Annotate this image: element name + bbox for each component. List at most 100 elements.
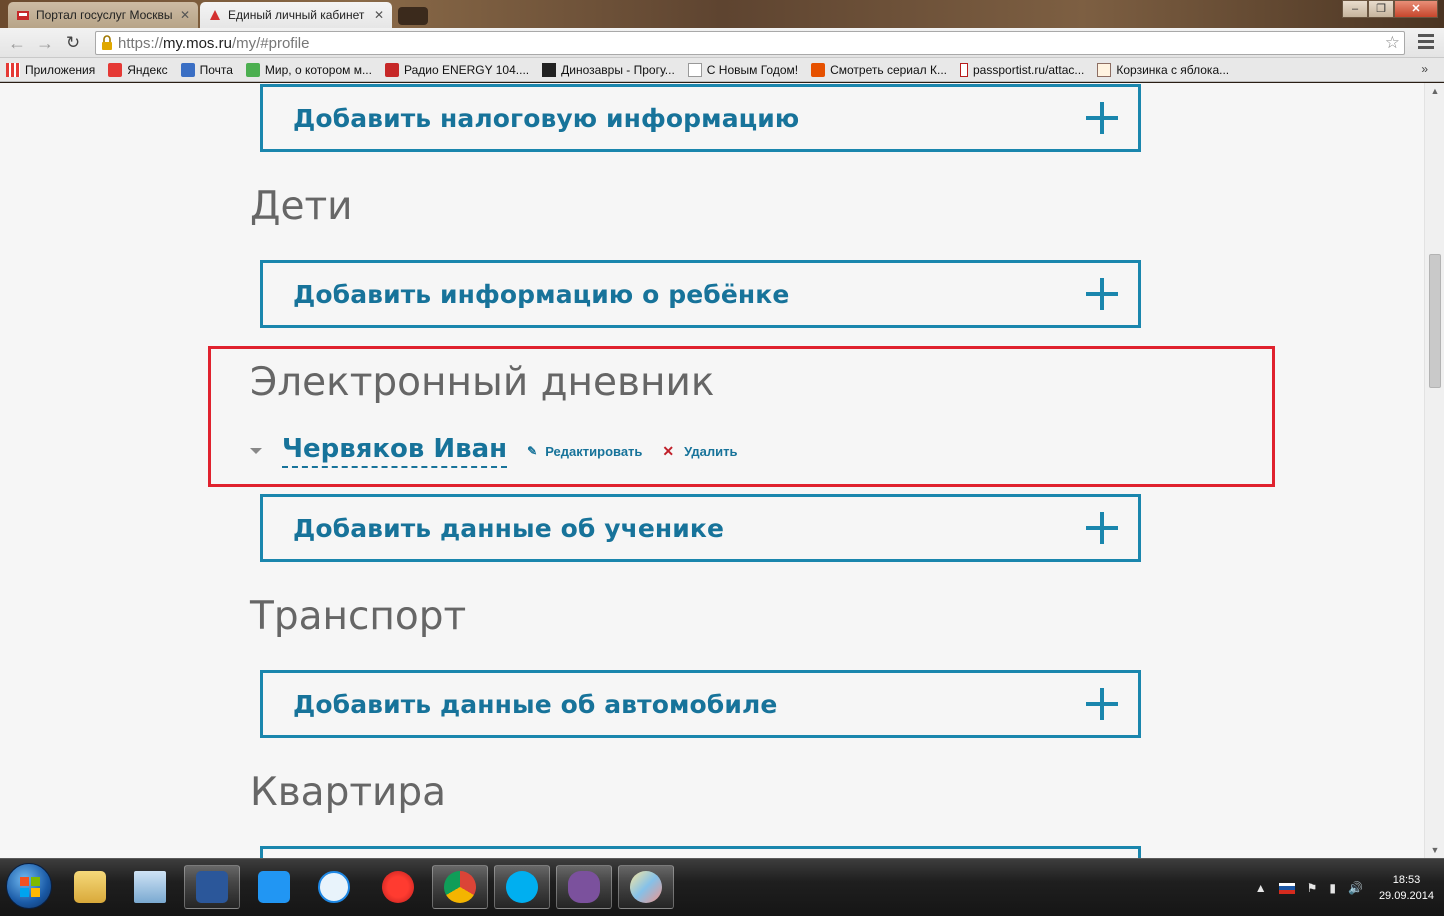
address-bar[interactable]: https:// my.mos.ru /my/#profile ☆ [95, 31, 1405, 55]
close-icon[interactable]: ✕ [180, 8, 190, 22]
page-viewport: Добавить налоговую информацию Дети Добав… [0, 83, 1424, 858]
taskbar-teamviewer[interactable] [306, 865, 362, 909]
scanner-icon [134, 871, 166, 903]
bookmark-radio-energy[interactable]: Радио ENERGY 104.... [384, 62, 530, 77]
new-tab-button[interactable] [398, 7, 428, 25]
tab-lichny-kabinet[interactable]: Единый личный кабинет ✕ [200, 2, 392, 28]
add-apartment-button[interactable] [260, 846, 1141, 858]
mos-ru-icon [210, 10, 220, 20]
start-button[interactable] [6, 863, 52, 909]
system-tray: ▲ ⚑ ▮ 🔊 18:53 29.09.2014 [1255, 859, 1444, 916]
network-warning-icon[interactable]: ⚑ [1307, 881, 1318, 895]
bookmark-korzinka[interactable]: Корзинка с яблока... [1097, 62, 1230, 77]
bookmark-label: С Новым Годом! [706, 62, 799, 77]
url-host: my.mos.ru [163, 34, 232, 52]
plus-icon [1086, 102, 1118, 134]
add-car-data-button[interactable]: Добавить данные об автомобиле [260, 670, 1141, 738]
tab-label: Единый личный кабинет [228, 8, 365, 22]
viber-icon [568, 871, 600, 903]
bookmark-label: Почта [199, 62, 233, 77]
taskbar-viber[interactable] [556, 865, 612, 909]
teamviewer-icon [318, 871, 350, 903]
transport-section-title: Транспорт [250, 594, 467, 639]
bookmark-mir[interactable]: Мир, о котором м... [245, 62, 372, 77]
taskbar-skype[interactable] [494, 865, 550, 909]
scroll-down-arrow-icon[interactable]: ▼ [1425, 842, 1444, 858]
bookmarks-bar: Приложения Яндекс Почта Мир, о котором м… [0, 58, 1444, 82]
apartment-section-title: Квартира [250, 770, 447, 815]
bookmark-mail[interactable]: Почта [180, 62, 233, 77]
yandex-browser-icon [382, 871, 414, 903]
tab-gosuslugi[interactable]: Портал госуслуг Москвы ✕ [8, 2, 198, 28]
gosuslugi-icon [17, 11, 29, 20]
volume-icon[interactable]: 🔊 [1348, 881, 1363, 895]
delete-student-button[interactable]: ✕ Удалить [662, 443, 737, 460]
bookmark-label: Мир, о котором м... [264, 62, 372, 77]
back-arrow-icon[interactable]: ← [6, 33, 28, 53]
zello-icon [258, 871, 290, 903]
taskbar-yandex-browser[interactable] [370, 865, 426, 909]
clock-date: 29.09.2014 [1378, 890, 1434, 902]
bookmark-label: Корзинка с яблока... [1116, 62, 1230, 77]
bookmark-star-icon[interactable]: ☆ [1385, 33, 1400, 53]
taskbar-paint[interactable] [618, 865, 674, 909]
taskbar-scanner[interactable] [122, 865, 178, 909]
edit-label: Редактировать [545, 443, 643, 459]
language-flag-icon[interactable] [1278, 882, 1295, 894]
mail-icon [180, 62, 195, 77]
bookmark-label: Яндекс [127, 62, 168, 77]
scroll-up-arrow-icon[interactable]: ▲ [1425, 83, 1444, 99]
radio-icon [384, 62, 399, 77]
minimize-button[interactable]: – [1342, 0, 1368, 18]
bookmark-label: passportist.ru/attac... [973, 62, 1085, 77]
plus-icon [1086, 688, 1118, 720]
add-child-info-label: Добавить информацию о ребёнке [293, 279, 790, 309]
browser-toolbar: ← → ↻ https:// my.mos.ru /my/#profile ☆ [0, 28, 1444, 58]
close-window-button[interactable]: ✕ [1394, 0, 1438, 18]
add-child-info-button[interactable]: Добавить информацию о ребёнке [260, 260, 1141, 328]
taskbar-chrome[interactable] [432, 865, 488, 909]
student-name-link[interactable]: Червяков Иван [282, 434, 508, 468]
bookmark-label: Смотреть сериал К... [830, 62, 947, 77]
caret-down-icon[interactable] [250, 448, 262, 454]
taskbar-file-explorer[interactable] [62, 865, 118, 909]
menu-icon[interactable] [1418, 34, 1434, 52]
bookmark-label: Радио ENERGY 104.... [403, 62, 530, 77]
close-icon[interactable]: ✕ [374, 8, 384, 22]
home-icon [1097, 62, 1112, 77]
signal-icon[interactable]: ▮ [1329, 881, 1336, 895]
scroll-thumb[interactable] [1429, 254, 1441, 388]
bookmark-new-year[interactable]: С Новым Годом! [687, 62, 799, 77]
bookmark-dinosaurs[interactable]: Динозавры - Прогу... [542, 62, 675, 77]
bookmark-yandex[interactable]: Яндекс [108, 62, 168, 77]
apps-grid-icon [6, 62, 20, 77]
add-tax-info-button[interactable]: Добавить налоговую информацию [260, 84, 1141, 152]
bookmark-icon [960, 62, 968, 77]
show-hidden-icons-icon[interactable]: ▲ [1255, 881, 1267, 895]
frog-icon [245, 62, 260, 77]
page-scrollbar[interactable]: ▲ ▼ [1424, 83, 1444, 858]
system-clock[interactable]: 18:53 29.09.2014 [1379, 872, 1434, 904]
taskbar-zello[interactable] [246, 865, 302, 909]
lock-icon [102, 35, 112, 50]
add-student-data-label: Добавить данные об ученике [293, 513, 725, 543]
pencil-icon: ✎ [527, 444, 538, 458]
forward-arrow-icon[interactable]: → [34, 33, 56, 53]
reload-icon[interactable]: ↻ [62, 33, 84, 53]
clock-time: 18:53 [1392, 874, 1421, 886]
maximize-button[interactable]: ❐ [1368, 0, 1394, 18]
bookmarks-overflow-button[interactable]: » [1421, 62, 1428, 76]
bookmark-label: Приложения [25, 62, 96, 77]
bookmark-apps[interactable]: Приложения [6, 62, 96, 77]
taskbar-word[interactable] [184, 865, 240, 909]
yandex-icon [108, 62, 123, 77]
edit-student-button[interactable]: ✎ Редактировать [527, 444, 642, 459]
bookmark-passportist[interactable]: passportist.ru/attac... [960, 62, 1085, 77]
student-row: Червяков Иван ✎ Редактировать ✕ Удалить [250, 433, 758, 469]
file-explorer-icon [74, 871, 106, 903]
bookmark-serial[interactable]: Смотреть сериал К... [811, 62, 947, 77]
delete-x-icon: ✕ [662, 442, 675, 459]
add-student-data-button[interactable]: Добавить данные об ученике [260, 494, 1141, 562]
url-path: /my/#profile [231, 34, 310, 52]
diary-section-title: Электронный дневник [250, 360, 715, 405]
